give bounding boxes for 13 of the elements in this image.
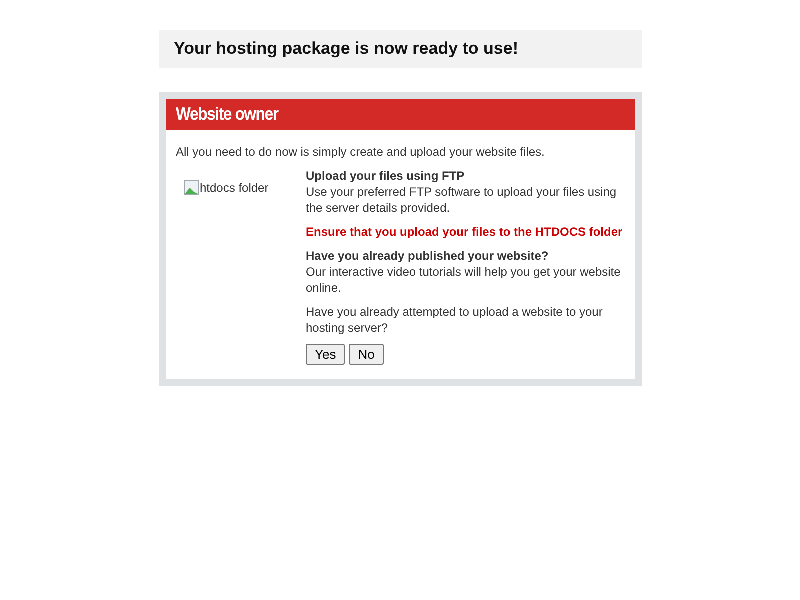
section-text: Our interactive video tutorials will help you get your website online. xyxy=(306,264,622,296)
panel-title: Website owner xyxy=(176,104,278,125)
broken-image-icon xyxy=(184,180,200,196)
answer-button[interactable]: No xyxy=(349,344,384,365)
section-heading: Have you already published your website? xyxy=(306,248,550,264)
answer-button[interactable]: Yes xyxy=(306,344,346,365)
intro-text: All you need to do now is simply create and upload your website files. xyxy=(176,144,546,160)
image-alt-text: htdocs folder xyxy=(200,180,269,196)
warning-text: Ensure that you upload your files to the HTDOCS folder xyxy=(306,224,624,240)
banner-title: Your hosting package is now ready to use! xyxy=(174,39,518,59)
section-text: Use your preferred FTP software to upload your files using the server details provided. xyxy=(306,184,618,216)
section-heading: Upload your files using FTP xyxy=(306,168,466,184)
question-text: Have you already attempted to upload a website to your hosting server? xyxy=(306,304,604,336)
